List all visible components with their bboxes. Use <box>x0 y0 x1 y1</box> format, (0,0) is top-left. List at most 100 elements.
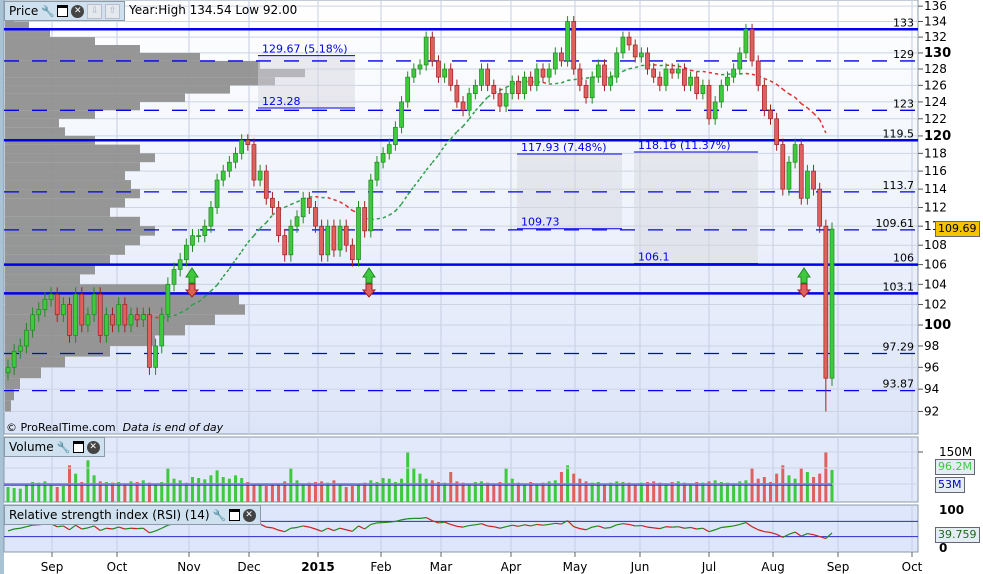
candle-body <box>270 197 275 208</box>
volume-bar <box>572 473 576 502</box>
candle-body <box>749 28 755 62</box>
x-tick-label: Sep <box>827 560 850 574</box>
volume-bar <box>252 483 256 502</box>
volume-profile-bar <box>5 37 95 45</box>
credit-text: © ProRealTime.com <box>6 421 116 434</box>
candle-body <box>177 259 183 270</box>
y-tick-label: 128 <box>924 62 947 76</box>
candle-body <box>48 293 54 300</box>
candle-body <box>798 144 804 199</box>
candle-body <box>614 52 620 78</box>
y-tick-label: 134 <box>924 15 947 29</box>
volume-bar <box>258 485 262 502</box>
volume-profile-bar <box>5 189 140 199</box>
y-tick-label: 132 <box>924 30 947 44</box>
candle-body <box>67 304 72 336</box>
candle-body <box>675 68 681 74</box>
candle-body <box>42 299 48 310</box>
candle-body <box>632 44 638 58</box>
candle-body <box>159 314 165 347</box>
volume-bar <box>510 478 514 502</box>
volume-profile-bar <box>5 314 215 325</box>
candle-body <box>608 76 613 86</box>
rsi-line-segment <box>542 523 550 526</box>
rsi-line-segment <box>721 526 728 529</box>
rsi-line-segment <box>727 525 734 528</box>
volume-panel-header: Volume 🔧 ✕ <box>4 437 105 457</box>
volume-bar <box>812 477 816 502</box>
volume-bar <box>406 452 410 502</box>
volume-bar <box>240 478 244 502</box>
candle-body <box>251 144 257 181</box>
volume-bar <box>203 479 207 502</box>
level-label: 133 <box>893 16 914 29</box>
wrench-icon[interactable]: 🔧 <box>213 509 227 522</box>
candle-body <box>11 350 17 368</box>
move-up-icon[interactable]: ⇧ <box>105 3 121 19</box>
window-icon[interactable] <box>57 5 69 17</box>
candle-body <box>196 235 201 237</box>
volume-bar <box>86 460 90 502</box>
wrench-icon[interactable]: 🔧 <box>41 5 55 18</box>
candle-body <box>110 314 115 326</box>
y-tick-label: 126 <box>924 78 947 92</box>
candle-body <box>743 28 749 54</box>
close-icon[interactable]: ✕ <box>86 440 100 454</box>
x-tick-label: Oct <box>902 560 923 574</box>
candle-body <box>386 144 392 154</box>
rsi-line-segment <box>106 527 113 530</box>
candle-body <box>300 197 306 218</box>
price-panel-title: Price <box>9 4 39 18</box>
candle-body <box>233 153 238 163</box>
volume-profile-bar <box>5 207 110 217</box>
y-tick-label: 124 <box>924 95 947 109</box>
volume-bar <box>449 472 453 502</box>
volume-bar <box>277 484 281 502</box>
volume-bar <box>400 478 404 502</box>
candle-body <box>595 64 601 78</box>
close-icon[interactable]: ✕ <box>242 508 256 522</box>
volume-profile-bar <box>5 60 260 70</box>
window-icon[interactable] <box>228 509 240 521</box>
credit: © ProRealTime.com Data is end of day <box>6 421 223 434</box>
level-label: 129 <box>893 48 914 61</box>
volume-profile-bar <box>5 162 140 172</box>
volume-bar <box>234 475 238 502</box>
volume-profile-bar <box>5 198 125 208</box>
y-tick-label: 106 <box>924 258 947 272</box>
move-down-icon[interactable]: ⇩ <box>87 3 103 19</box>
candle-body <box>817 188 823 227</box>
y-tick-label: 92 <box>924 404 939 418</box>
volume-bar <box>793 478 797 502</box>
candle-body <box>700 84 706 94</box>
y-tick-label: 96 <box>924 360 939 374</box>
candle-body <box>552 52 558 70</box>
candle-body <box>589 76 595 99</box>
window-icon[interactable] <box>72 441 84 453</box>
rsi-panel-title: Relative strength index (RSI) (14) <box>9 508 210 522</box>
y-tick-label: 122 <box>924 112 947 126</box>
volume-bar <box>602 483 606 502</box>
candle-body <box>97 293 103 336</box>
volume-bar <box>762 477 766 502</box>
y-tick-label: 114 <box>924 182 947 196</box>
candle-body <box>528 76 534 86</box>
chart-canvas: Sep Oct Nov Dec 2015 Feb Mar Apr May Jun Jul Aug Sep… <box>0 0 951 574</box>
volume-profile-bar <box>5 245 125 255</box>
volume-bar <box>215 470 219 502</box>
candle-body <box>472 84 478 94</box>
left-edge <box>0 0 4 574</box>
rsi-line-segment <box>487 525 494 528</box>
volume-profile-bar <box>5 400 11 412</box>
wrench-icon[interactable]: 🔧 <box>57 441 71 454</box>
volume-axis-label: 150M <box>939 445 973 459</box>
y-tick-label: 116 <box>924 164 947 178</box>
candle-body <box>645 52 650 70</box>
close-icon[interactable]: ✕ <box>71 4 85 18</box>
y-tick-label: 94 <box>924 382 939 396</box>
candle-body <box>190 235 195 246</box>
volume-profile-bar <box>5 216 140 227</box>
candle-body <box>73 293 78 336</box>
rsi-line-segment <box>57 525 64 528</box>
volume-profile-bar <box>5 44 140 53</box>
